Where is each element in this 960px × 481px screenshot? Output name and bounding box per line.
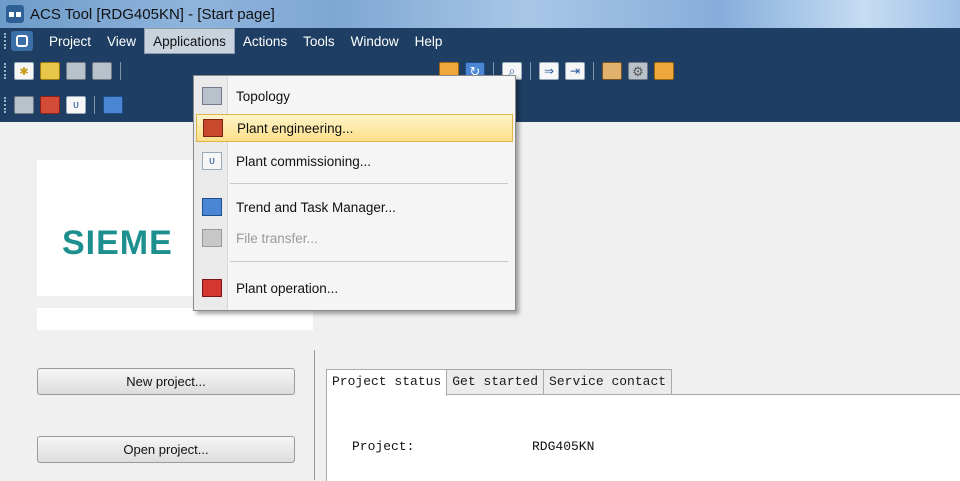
topology-icon	[202, 87, 222, 105]
open-folder-icon[interactable]	[40, 62, 60, 80]
project-value: RDG405KN	[532, 439, 595, 454]
tab-get-started[interactable]: Get started	[446, 369, 545, 394]
panel-divider	[314, 350, 315, 480]
toolbar-separator	[94, 96, 95, 114]
toolbar-grip[interactable]	[4, 63, 7, 79]
toolbar-separator	[120, 62, 121, 80]
key-icon[interactable]	[654, 62, 674, 80]
siemens-logo: SIEME	[62, 224, 173, 262]
project-status-panel: Project: RDG405KN	[326, 394, 960, 481]
import-icon[interactable]: ⇥	[565, 62, 585, 80]
plant-engineering-toolbar-icon[interactable]	[40, 96, 60, 114]
title-bar: ACS Tool [RDG405KN] - [Start page]	[0, 0, 960, 28]
menu-project[interactable]: Project	[41, 28, 99, 54]
toolbar-separator	[593, 62, 594, 80]
plant-commissioning-toolbar-icon[interactable]: ʋ	[66, 96, 86, 114]
print-icon[interactable]	[66, 62, 86, 80]
new-file-icon[interactable]: ✱	[14, 62, 34, 80]
menu-item-label: Topology	[236, 88, 291, 104]
menu-item-label: Plant operation...	[236, 280, 339, 296]
menu-item-file-transfer: File transfer...	[196, 224, 513, 252]
menu-logo-icon[interactable]	[11, 31, 33, 51]
project-label: Project:	[352, 439, 415, 454]
app-logo-icon	[6, 5, 24, 23]
settings-gear-icon[interactable]: ⚙	[628, 62, 648, 80]
topology-toolbar-icon[interactable]	[14, 96, 34, 114]
menu-window[interactable]: Window	[343, 28, 407, 54]
menu-item-label: Plant commissioning...	[236, 153, 372, 169]
menu-item-label: Trend and Task Manager...	[236, 199, 396, 215]
open-project-button[interactable]: Open project...	[37, 436, 295, 463]
applications-menu: Topology Plant engineering... ʋ Plant co…	[193, 75, 516, 311]
menu-separator	[230, 261, 508, 262]
plant-commissioning-icon: ʋ	[202, 152, 222, 170]
menu-item-topology[interactable]: Topology	[196, 82, 513, 110]
menu-view[interactable]: View	[99, 28, 144, 54]
plant-engineering-icon	[203, 119, 223, 137]
menu-help[interactable]: Help	[407, 28, 451, 54]
menu-tools[interactable]: Tools	[295, 28, 343, 54]
trend-icon	[202, 198, 222, 216]
menu-item-label: File transfer...	[236, 230, 318, 246]
new-project-button[interactable]: New project...	[37, 368, 295, 395]
start-tabs: Project status Get started Service conta…	[326, 369, 673, 396]
menu-actions[interactable]: Actions	[235, 28, 295, 54]
toolbar-separator	[530, 62, 531, 80]
tab-service-contact[interactable]: Service contact	[543, 369, 673, 394]
toolbar-grip[interactable]	[4, 97, 7, 113]
tab-project-status[interactable]: Project status	[326, 369, 448, 396]
menu-item-trend[interactable]: Trend and Task Manager...	[196, 193, 513, 221]
trend-toolbar-icon[interactable]	[103, 96, 123, 114]
grid-icon[interactable]	[92, 62, 112, 80]
file-transfer-icon	[202, 229, 222, 247]
menu-separator	[230, 183, 508, 184]
menu-bar: Project View Applications Actions Tools …	[0, 28, 960, 54]
user-icon[interactable]	[602, 62, 622, 80]
menu-item-plant-engineering[interactable]: Plant engineering...	[196, 114, 513, 142]
export-icon[interactable]: ⇒	[539, 62, 559, 80]
logo-strip	[37, 308, 313, 330]
menubar-grip[interactable]	[4, 33, 7, 49]
menu-item-plant-operation[interactable]: Plant operation...	[196, 274, 513, 302]
plant-operation-icon	[202, 279, 222, 297]
menu-applications[interactable]: Applications	[144, 28, 235, 54]
menu-item-plant-commissioning[interactable]: ʋ Plant commissioning...	[196, 147, 513, 175]
window-title: ACS Tool [RDG405KN] - [Start page]	[30, 5, 275, 23]
menu-item-label: Plant engineering...	[237, 120, 354, 136]
